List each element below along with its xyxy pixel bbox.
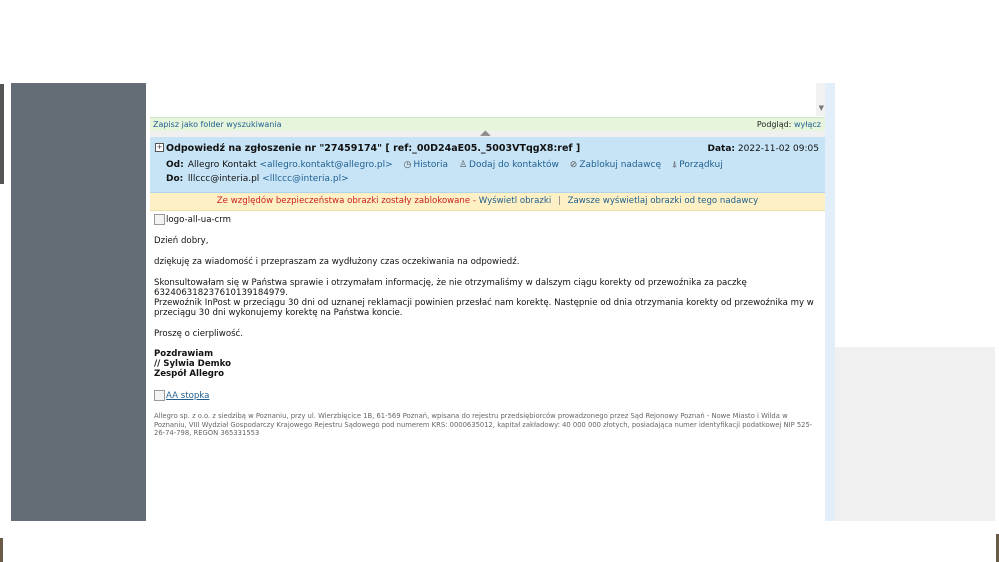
paragraph-2: Skonsultowałam się w Państwa sprawie i o… <box>154 278 747 298</box>
chevron-down-icon[interactable]: ▼ <box>819 104 824 112</box>
preview-label: Podgląd: <box>756 120 792 129</box>
block-sender-action[interactable]: ⊘ Zablokuj nadawcę <box>570 160 661 170</box>
right-background <box>835 83 995 347</box>
paragraph-1: dziękuję za wiadomość i przepraszam za w… <box>154 257 520 267</box>
images-blocked-banner: Ze względów bezpieczeństwa obrazki zosta… <box>150 193 825 211</box>
paragraph-3: Przewoźnik InPost w przeciągu 30 dni od … <box>154 298 814 318</box>
preview-toggle: Podgląd: wyłącz <box>757 118 821 131</box>
history-action[interactable]: ◷ Historia <box>404 160 449 170</box>
left-sidebar-panel <box>11 83 146 521</box>
from-row: Od: Allegro Kontakt <allegro.kontakt@all… <box>166 160 723 170</box>
footer-image[interactable]: AA stopka <box>154 390 819 404</box>
broken-image-icon <box>154 214 165 225</box>
to-label: Do: <box>166 174 184 184</box>
add-contact-action[interactable]: ♙ Dodaj do kontaktów <box>459 160 559 170</box>
always-show-images-link[interactable]: Zawsze wyświetlaj obrazki od tego nadawc… <box>568 196 759 206</box>
message-subject: Odpowiedź na zgłoszenie nr "27459174" [ … <box>166 143 581 154</box>
resize-grip-icon[interactable]: ◢◣ <box>480 129 491 137</box>
footer-image-alt[interactable]: AA stopka <box>166 391 209 401</box>
to-email-link[interactable]: <lllccc@interia.pl> <box>262 174 349 184</box>
from-label: Od: <box>166 160 184 170</box>
legal-footer: Allegro sp. z o.o. z siedzibą w Poznaniu… <box>154 412 813 437</box>
from-email-link[interactable]: <allegro.kontakt@allegro.pl> <box>259 160 392 170</box>
signature-greeting: Pozdrawiam <box>154 349 214 359</box>
logo-alt-text: logo-all-ua-crm <box>166 214 232 225</box>
add-contact-label: Dodaj do kontaktów <box>469 160 559 170</box>
banner-separator: | <box>557 196 561 206</box>
preview-off-link[interactable]: wyłącz <box>794 120 821 129</box>
from-name: Allegro Kontakt <box>187 160 257 170</box>
greeting: Dzień dobry, <box>154 236 209 246</box>
history-label: Historia <box>413 160 449 170</box>
message-list-area: ▼ <box>150 83 825 116</box>
save-search-folder-link[interactable]: Zapisz jako folder wyszukiwania <box>153 118 281 131</box>
broom-icon: ⍋ <box>671 160 678 170</box>
block-sender-label: Zablokuj nadawcę <box>579 160 662 170</box>
logo-image: logo-all-ua-crm <box>154 214 819 228</box>
paragraph-4: Proszę o cierpliwość. <box>154 329 244 339</box>
window-edge-left-bottom <box>0 538 3 562</box>
clock-icon: ◷ <box>403 160 412 170</box>
user-add-icon: ♙ <box>458 160 468 170</box>
organize-action[interactable]: ⍋ Porządkuj <box>672 160 723 170</box>
preview-pane-border <box>825 83 835 521</box>
right-background-lower <box>835 347 995 521</box>
broken-image-icon <box>154 390 165 401</box>
signature-name: // Sylwia Demko <box>154 359 231 369</box>
window-edge-left <box>0 84 4 184</box>
message-list-scrollbar[interactable]: ▼ <box>816 83 825 116</box>
message-header: + Odpowiedź na zgłoszenie nr "27459174" … <box>150 137 825 193</box>
date-value: 2022-11-02 09:05 <box>737 144 819 154</box>
date-label: Data: <box>707 144 736 154</box>
show-images-link[interactable]: Wyświetl obrazki <box>479 196 552 206</box>
to-row: Do: lllccc@interia.pl <lllccc@interia.pl… <box>166 174 349 184</box>
expand-icon[interactable]: + <box>155 143 164 152</box>
to-name: lllccc@interia.pl <box>187 174 260 184</box>
signature-team: Zespół Allegro <box>154 369 225 379</box>
mail-preview-pane: ▼ Zapisz jako folder wyszukiwania Podglą… <box>150 83 825 521</box>
organize-label: Porządkuj <box>679 160 723 170</box>
images-blocked-text: Ze względów bezpieczeństwa obrazki zosta… <box>216 196 476 206</box>
message-date: Data: 2022-11-02 09:05 <box>707 144 819 154</box>
block-icon: ⊘ <box>569 160 578 170</box>
